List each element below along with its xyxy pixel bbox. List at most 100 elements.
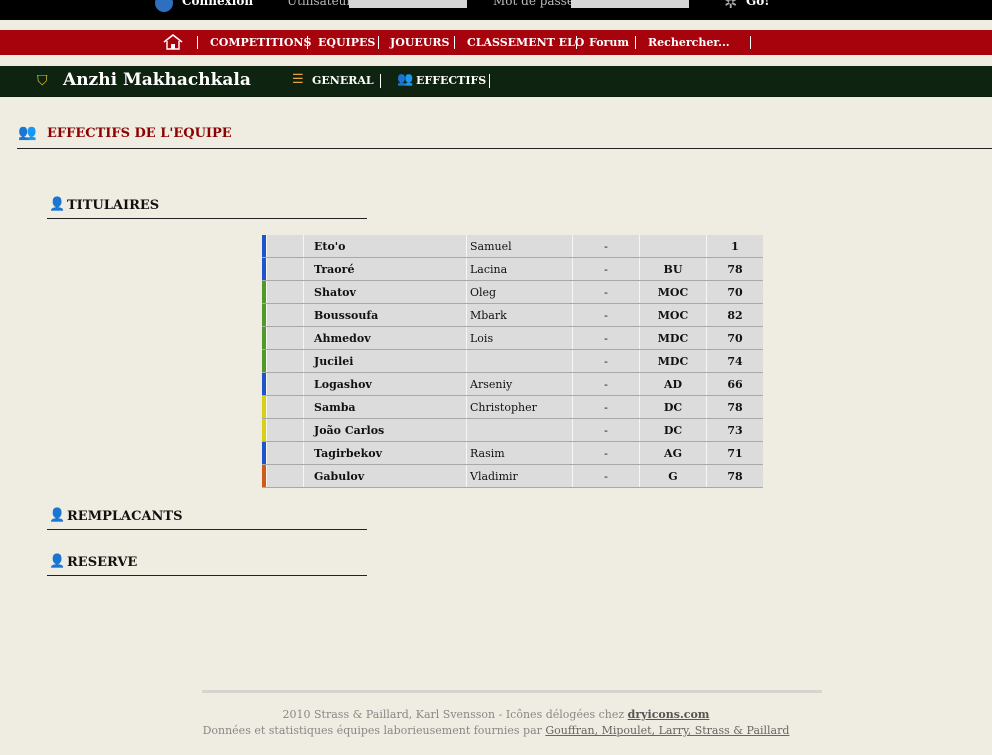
player-position: MOC xyxy=(639,303,707,327)
title-divider xyxy=(17,148,992,149)
player-row[interactable]: Shatov Oleg - MOC 70 xyxy=(262,280,763,304)
row-spacer xyxy=(266,303,304,327)
row-spacer xyxy=(266,418,304,442)
player-number: - xyxy=(572,464,640,488)
player-row[interactable]: Eto'o Samuel - 1 xyxy=(262,235,763,258)
tab-effectifs[interactable]: EFFECTIFS xyxy=(416,74,486,87)
player-row[interactable]: Tagirbekov Rasim - AG 71 xyxy=(262,441,763,465)
player-rating: 78 xyxy=(706,395,763,419)
player-position: G xyxy=(639,464,707,488)
row-spacer xyxy=(266,441,304,465)
database-icon: ☰ xyxy=(292,72,304,87)
player-first-name xyxy=(466,418,573,442)
row-spacer xyxy=(266,235,304,258)
username-input[interactable] xyxy=(349,0,467,8)
row-spacer xyxy=(266,326,304,350)
group-label: TITULAIRES xyxy=(67,198,160,213)
player-first-name: Christopher xyxy=(466,395,573,419)
player-rating: 70 xyxy=(706,326,763,350)
player-last-name: Traoré xyxy=(303,257,467,281)
player-first-name: Samuel xyxy=(466,235,573,258)
connexion-link[interactable]: Connexion xyxy=(182,0,253,8)
nav-search[interactable]: Rechercher... xyxy=(648,36,730,49)
player-last-name: Boussoufa xyxy=(303,303,467,327)
roster-table: Eto'o Samuel -1 Traoré Lacina - BU 78 Shatov Oleg… xyxy=(262,235,763,488)
nav-classement-elo[interactable]: CLASSEMENT ELO xyxy=(467,36,584,49)
player-position: AG xyxy=(639,441,707,465)
row-spacer xyxy=(266,349,304,373)
player-first-name: Lois xyxy=(466,326,573,350)
player-first-name: Rasim xyxy=(466,441,573,465)
nav-equipes[interactable]: EQUIPES xyxy=(318,36,375,49)
top-login-bar: Connexion Utilisateur : Mot de passe : ✲… xyxy=(0,0,992,20)
player-last-name: Gabulov xyxy=(303,464,467,488)
dryicons-link[interactable]: dryicons.com xyxy=(628,708,710,721)
player-rating: 78 xyxy=(706,257,763,281)
person-icon: 👤 xyxy=(49,508,66,523)
team-name: Anzhi Makhachkala xyxy=(63,70,251,90)
player-row[interactable]: Jucilei - MDC 74 xyxy=(262,349,763,373)
player-position: MDC xyxy=(639,326,707,350)
group-label: REMPLACANTS xyxy=(67,509,183,524)
users-icon: 👥 xyxy=(397,72,414,87)
player-position: MDC xyxy=(639,349,707,373)
team-bar: ⛉ Anzhi Makhachkala ☰ GENERAL 👥 EFFECTIF… xyxy=(0,66,992,97)
row-spacer xyxy=(266,280,304,304)
player-row[interactable]: Traoré Lacina - BU 78 xyxy=(262,257,763,281)
player-number: - xyxy=(572,303,640,327)
nav-separator xyxy=(307,36,308,49)
player-first-name: Oleg xyxy=(466,280,573,304)
player-row[interactable]: Boussoufa Mbark - MOC 82 xyxy=(262,303,763,327)
nav-separator xyxy=(576,36,577,49)
player-last-name: Eto'o xyxy=(303,235,467,258)
nav-joueurs[interactable]: JOUEURS xyxy=(390,36,449,49)
player-row[interactable]: Samba Christopher - DC 78 xyxy=(262,395,763,419)
player-number: - xyxy=(572,257,640,281)
player-rating: 74 xyxy=(706,349,763,373)
footer-credits: 2010 Strass & Paillard, Karl Svensson - … xyxy=(282,708,625,721)
player-row[interactable]: João Carlos - DC 73 xyxy=(262,418,763,442)
contributors-link[interactable]: Gouffran, Mipoulet, Larry, Strass & Pail… xyxy=(545,724,789,737)
player-number: - xyxy=(572,395,640,419)
player-rating: 78 xyxy=(706,464,763,488)
player-rating: 1 xyxy=(706,235,763,258)
team-members-icon: 👥 xyxy=(18,123,37,141)
tab-separator xyxy=(380,74,381,88)
nav-separator xyxy=(378,36,379,49)
nav-competitions[interactable]: COMPETITIONS xyxy=(210,36,311,49)
player-position: AD xyxy=(639,372,707,396)
tab-general[interactable]: GENERAL xyxy=(312,74,374,87)
row-spacer xyxy=(266,464,304,488)
password-label: Mot de passe : xyxy=(493,0,582,8)
player-position: BU xyxy=(639,257,707,281)
nav-separator xyxy=(750,36,751,49)
go-button[interactable]: Go! xyxy=(746,0,770,8)
group-reserve: 👤 RESERVE xyxy=(47,554,367,576)
player-rating: 70 xyxy=(706,280,763,304)
player-last-name: Shatov xyxy=(303,280,467,304)
player-row[interactable]: Logashov Arseniy - AD 66 xyxy=(262,372,763,396)
page-title: EFFECTIFS DE L'EQUIPE xyxy=(47,126,232,141)
player-number: - xyxy=(572,372,640,396)
nav-forum[interactable]: Forum xyxy=(589,36,629,49)
gear-icon[interactable]: ✲ xyxy=(724,0,737,12)
player-row[interactable]: Ahmedov Lois - MDC 70 xyxy=(262,326,763,350)
player-rating: 66 xyxy=(706,372,763,396)
player-first-name: Mbark xyxy=(466,303,573,327)
player-number: - xyxy=(572,349,640,373)
footer-divider xyxy=(202,690,822,693)
player-rating: 71 xyxy=(706,441,763,465)
player-last-name: João Carlos xyxy=(303,418,467,442)
main-nav: COMPETITIONS EQUIPES JOUEURS CLASSEMENT … xyxy=(0,30,992,55)
nav-separator xyxy=(454,36,455,49)
person-icon: 👤 xyxy=(49,197,66,212)
home-icon[interactable] xyxy=(162,33,184,51)
player-first-name: Arseniy xyxy=(466,372,573,396)
player-first-name: Lacina xyxy=(466,257,573,281)
team-crest-icon: ⛉ xyxy=(37,73,48,89)
player-row[interactable]: Gabulov Vladimir - G 78 xyxy=(262,464,763,488)
person-icon: 👤 xyxy=(49,554,66,569)
player-last-name: Samba xyxy=(303,395,467,419)
tab-separator xyxy=(489,74,490,88)
password-input[interactable] xyxy=(571,0,689,8)
